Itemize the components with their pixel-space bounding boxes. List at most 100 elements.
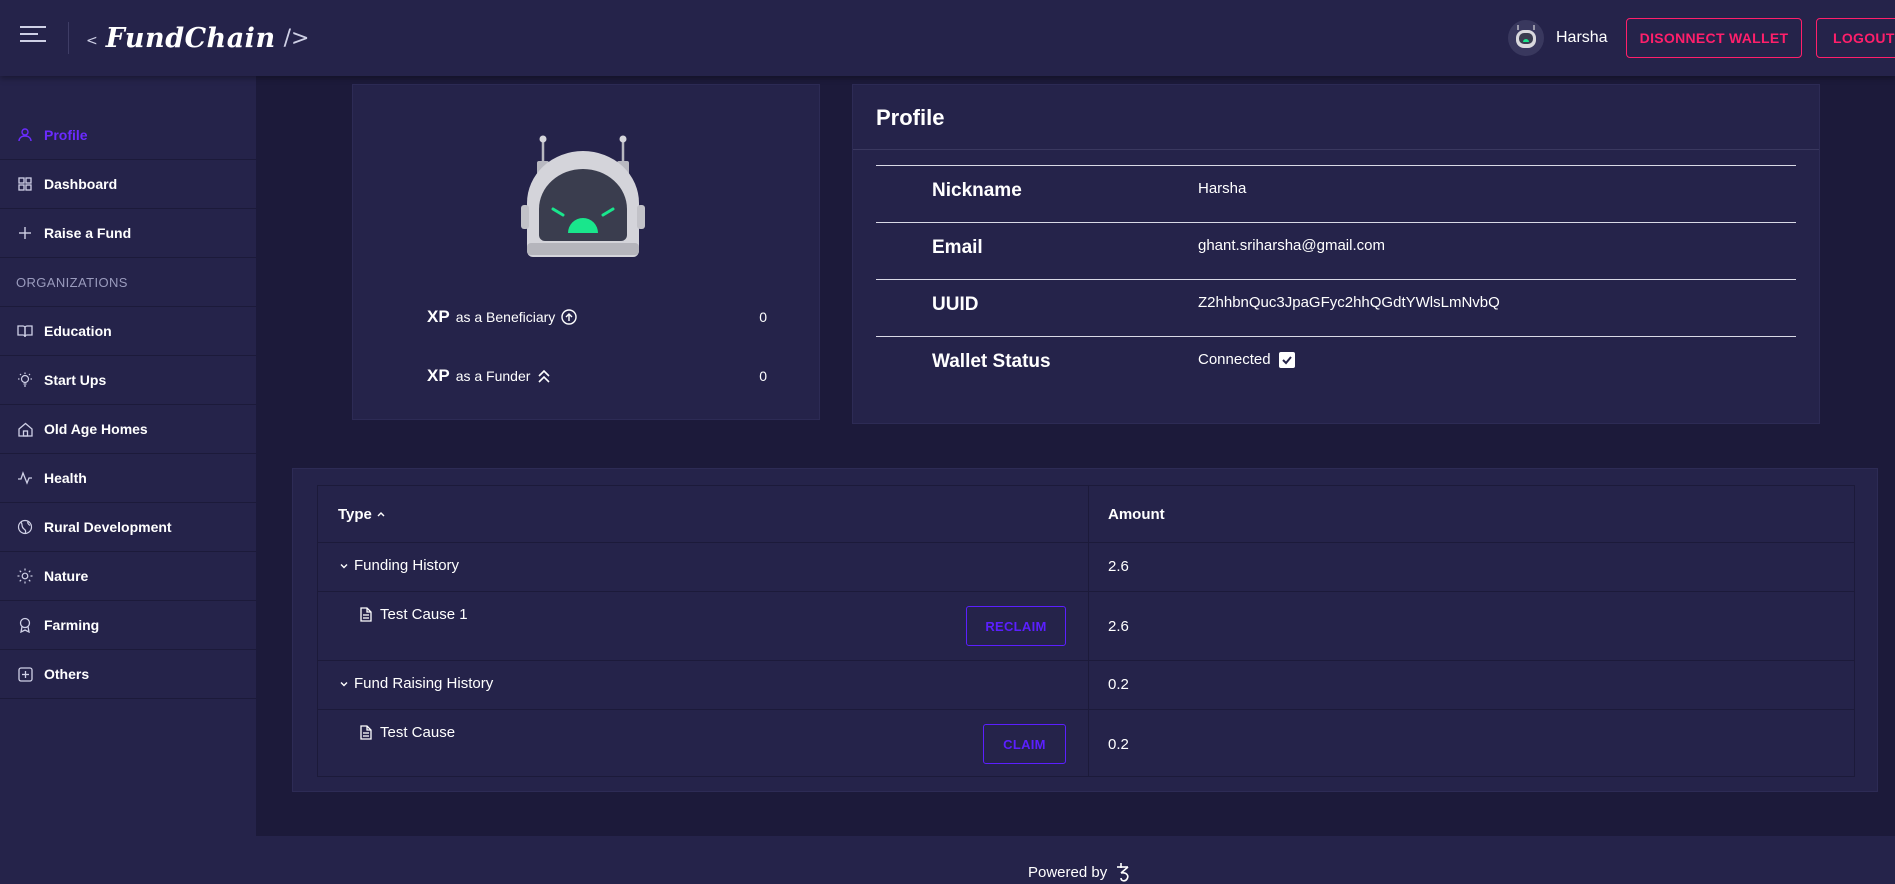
chevrons-up-icon bbox=[536, 368, 552, 384]
chevron-down-icon bbox=[340, 562, 348, 570]
brand-open-bracket: < bbox=[86, 33, 98, 49]
powered-by: Powered by bbox=[1028, 862, 1131, 882]
claim-button[interactable]: CLAIM bbox=[983, 724, 1066, 764]
divider bbox=[876, 336, 1796, 337]
table-row: Test Cause CLAIM 0.2 bbox=[318, 709, 1854, 776]
xp-funder-value: 0 bbox=[759, 368, 767, 384]
cause-item: Test Cause bbox=[360, 724, 455, 741]
sidebar-item-label: Health bbox=[44, 470, 87, 486]
group-amount: 0.2 bbox=[1108, 676, 1129, 693]
reclaim-button[interactable]: RECLAIM bbox=[966, 606, 1066, 646]
sidebar-item-label: Raise a Fund bbox=[44, 225, 132, 241]
table-row[interactable]: Fund Raising History 0.2 bbox=[318, 660, 1854, 709]
arrow-up-circle-icon bbox=[561, 309, 577, 325]
grid-icon bbox=[16, 175, 34, 193]
group-amount: 2.6 bbox=[1108, 558, 1129, 575]
hamburger-menu-icon[interactable] bbox=[20, 26, 46, 48]
sidebar-item-others[interactable]: Others bbox=[0, 650, 256, 699]
uuid-key: UUID bbox=[932, 294, 979, 315]
group-toggle[interactable]: Funding History bbox=[340, 557, 459, 574]
sidebar-item-rural-development[interactable]: Rural Development bbox=[0, 503, 256, 552]
uuid-value: Z2hhbnQuc3JpaGFyc2hhQGdtYWlsLmNvbQ bbox=[1198, 294, 1500, 311]
avatar[interactable] bbox=[1508, 20, 1544, 56]
sidebar-item-education[interactable]: Education bbox=[0, 307, 256, 356]
brand-name: FundChain bbox=[105, 22, 276, 54]
group-toggle[interactable]: Fund Raising History bbox=[340, 675, 493, 692]
sidebar-item-start-ups[interactable]: Start Ups bbox=[0, 356, 256, 405]
sidebar-item-label: Dashboard bbox=[44, 176, 118, 192]
bulb-icon bbox=[16, 371, 34, 389]
divider bbox=[853, 149, 1819, 150]
user-icon bbox=[16, 126, 34, 144]
sun-icon bbox=[16, 567, 34, 585]
sidebar-item-dashboard[interactable]: Dashboard bbox=[0, 160, 256, 209]
brand-close-bracket: /> bbox=[283, 25, 310, 51]
xp-card: XP as a Beneficiary 0 XP as a Funder 0 bbox=[352, 84, 820, 420]
sidebar: Profile Dashboard Raise a Fund ORGANIZAT… bbox=[0, 76, 256, 884]
plus-icon bbox=[16, 224, 34, 242]
tezos-icon bbox=[1115, 862, 1131, 882]
table-row[interactable]: Funding History 2.6 bbox=[318, 542, 1854, 591]
powered-by-text: Powered by bbox=[1028, 863, 1108, 881]
globe-icon bbox=[16, 518, 34, 536]
sidebar-item-label: Old Age Homes bbox=[44, 421, 148, 437]
history-table-card: Type Amount Funding History 2.6 Test Cau… bbox=[292, 468, 1878, 792]
email-value: ghant.sriharsha@gmail.com bbox=[1198, 237, 1385, 254]
file-text-icon bbox=[360, 607, 372, 622]
plus-square-icon bbox=[16, 665, 34, 683]
wallet-status-value: Connected bbox=[1198, 351, 1295, 368]
xp-badge: XP bbox=[427, 366, 450, 385]
sidebar-item-label: Farming bbox=[44, 617, 100, 633]
sidebar-item-profile[interactable]: Profile bbox=[0, 111, 256, 160]
divider bbox=[876, 222, 1796, 223]
table-row: Test Cause 1 RECLAIM 2.6 bbox=[318, 591, 1854, 660]
top-header: < FundChain /> Harsha DISONNECT WALLET L… bbox=[0, 0, 1895, 76]
sidebar-item-health[interactable]: Health bbox=[0, 454, 256, 503]
header-divider bbox=[68, 22, 69, 54]
cause-amount: 2.6 bbox=[1108, 618, 1129, 635]
footer: Powered by bbox=[256, 836, 1895, 884]
cause-name: Test Cause bbox=[380, 724, 456, 741]
home-icon bbox=[16, 420, 34, 438]
brand-logo[interactable]: < FundChain /> bbox=[86, 20, 309, 56]
user-name: Harsha bbox=[1556, 29, 1608, 46]
activity-icon bbox=[16, 469, 34, 487]
sidebar-item-label: Start Ups bbox=[44, 372, 107, 388]
xp-funder-row: XP as a Funder 0 bbox=[427, 366, 767, 386]
sidebar-item-nature[interactable]: Nature bbox=[0, 552, 256, 601]
wallet-status-text: Connected bbox=[1198, 351, 1271, 368]
sidebar-item-label: Education bbox=[44, 323, 112, 339]
sidebar-item-label: Profile bbox=[44, 127, 88, 143]
file-text-icon bbox=[360, 725, 372, 740]
wallet-status-key: Wallet Status bbox=[932, 351, 1051, 372]
cause-item: Test Cause 1 bbox=[360, 606, 468, 623]
logout-button[interactable]: LOGOUT bbox=[1816, 18, 1895, 58]
sort-asc-icon bbox=[377, 510, 385, 518]
nickname-key: Nickname bbox=[932, 180, 1022, 201]
column-header-type-label: Type bbox=[338, 505, 372, 523]
sidebar-item-raise-fund[interactable]: Raise a Fund bbox=[0, 209, 256, 258]
history-table: Type Amount Funding History 2.6 Test Cau… bbox=[317, 485, 1855, 777]
robot-avatar bbox=[521, 133, 645, 259]
chevron-down-icon bbox=[340, 680, 348, 688]
nickname-value: Harsha bbox=[1198, 180, 1247, 197]
sidebar-item-old-age-homes[interactable]: Old Age Homes bbox=[0, 405, 256, 454]
profile-card: Profile Nickname Harsha Email ghant.srih… bbox=[852, 84, 1820, 424]
email-key: Email bbox=[932, 237, 983, 258]
group-label: Funding History bbox=[354, 557, 460, 574]
sidebar-item-label: Rural Development bbox=[44, 519, 172, 535]
book-icon bbox=[16, 322, 34, 340]
user-menu[interactable]: Harsha bbox=[1508, 20, 1608, 56]
sidebar-section-organizations: ORGANIZATIONS bbox=[0, 258, 256, 307]
sidebar-item-farming[interactable]: Farming bbox=[0, 601, 256, 650]
divider bbox=[876, 279, 1796, 280]
award-icon bbox=[16, 616, 34, 634]
column-header-type[interactable]: Type bbox=[338, 486, 385, 542]
xp-beneficiary-label: as a Beneficiary bbox=[455, 309, 556, 325]
cause-name: Test Cause 1 bbox=[380, 606, 468, 623]
group-label: Fund Raising History bbox=[354, 675, 494, 692]
disconnect-wallet-button[interactable]: DISONNECT WALLET bbox=[1626, 18, 1802, 58]
divider bbox=[876, 165, 1796, 166]
column-header-amount[interactable]: Amount bbox=[1108, 486, 1165, 542]
sidebar-item-label: Others bbox=[44, 666, 90, 682]
